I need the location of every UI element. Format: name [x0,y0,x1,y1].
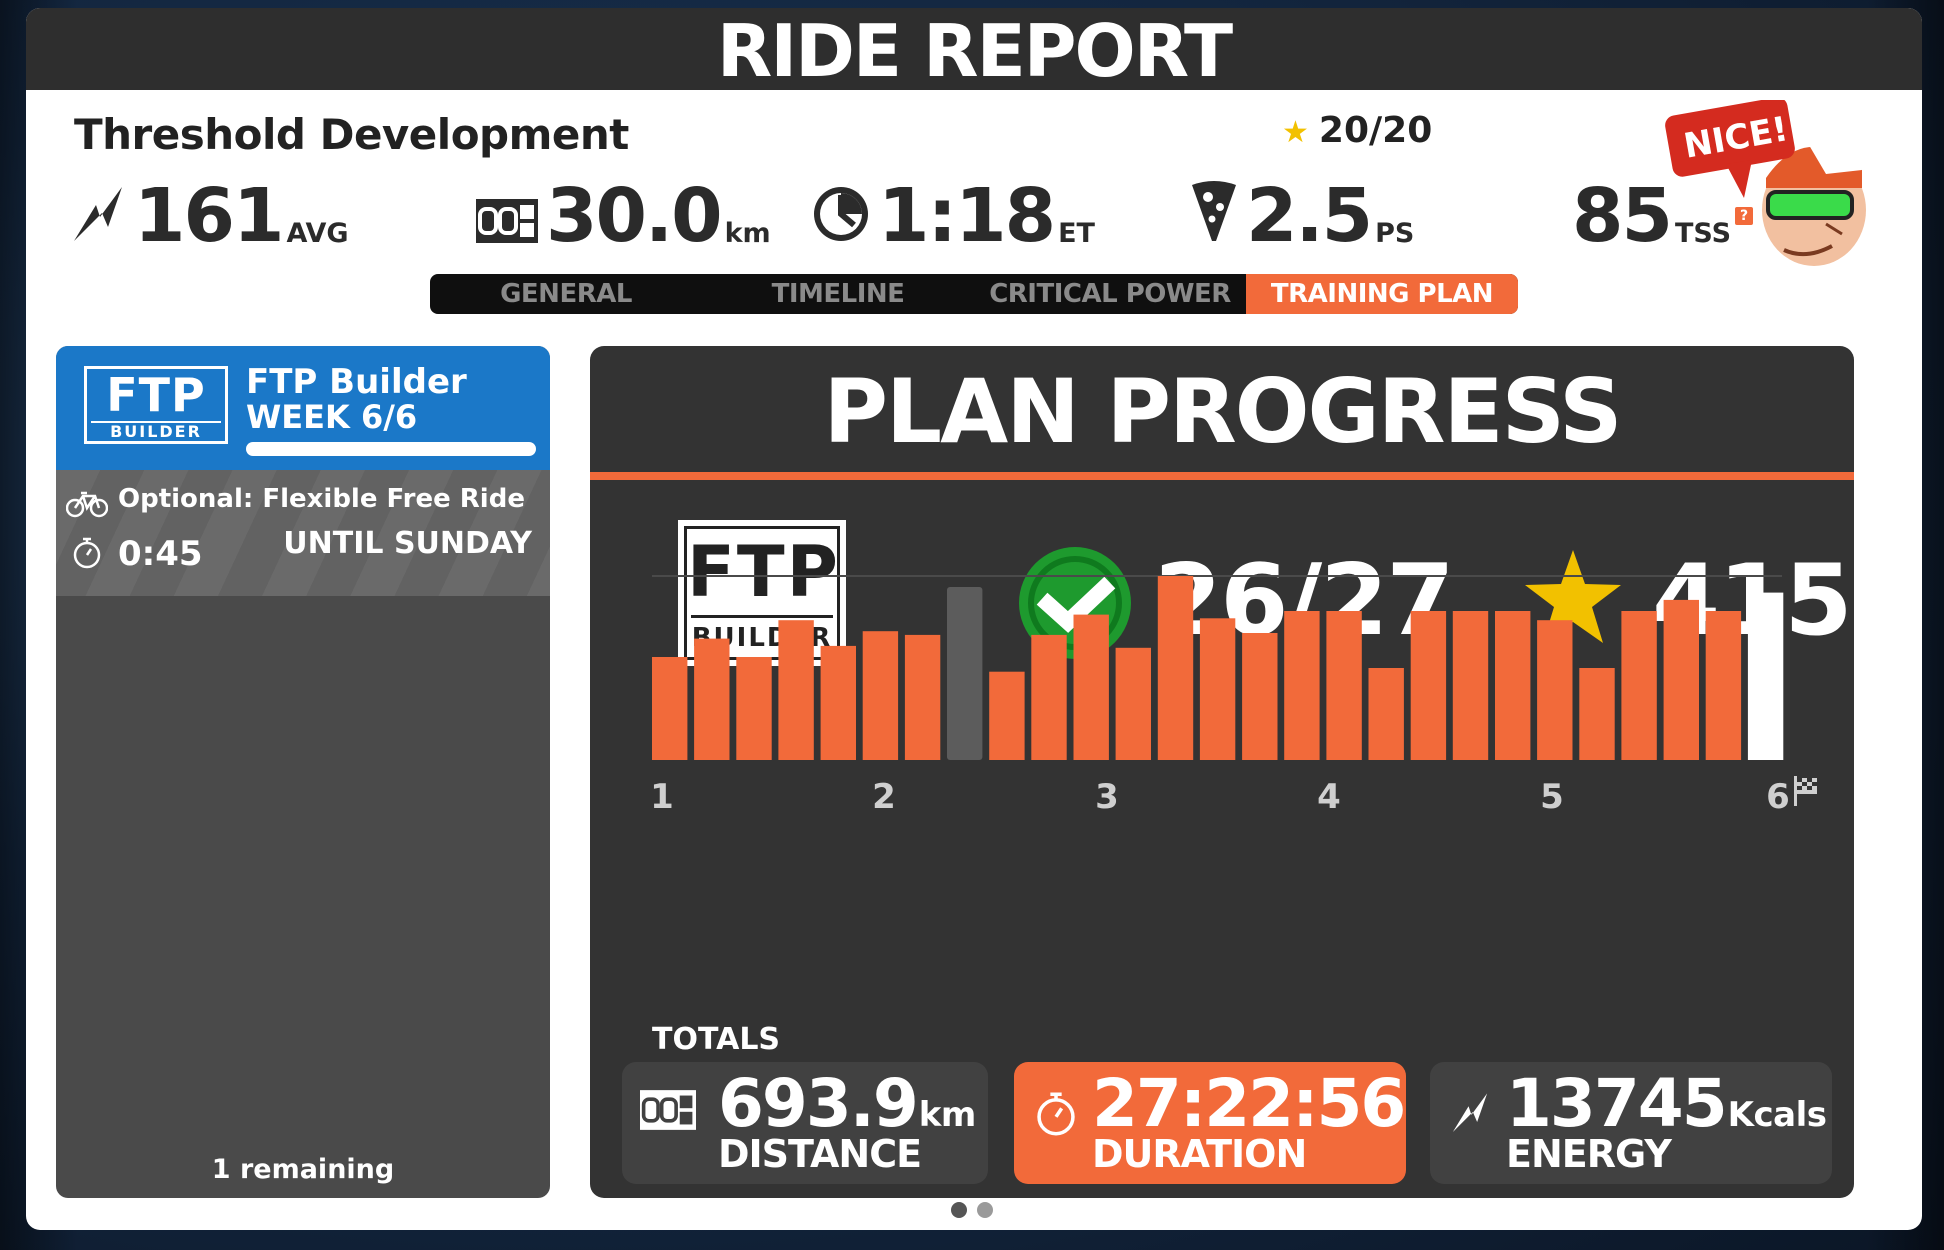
plan-week: WEEK 6/6 [246,398,418,436]
badge-small-text: BUILDER [91,421,221,441]
total-energy-unit: Kcals [1727,1095,1827,1135]
stat-distance-value: 30.0 [546,173,723,259]
chart-bar-12 [1115,647,1151,760]
remaining-count: 1 remaining [211,1154,395,1185]
chart-week-label-6: 6 [1766,777,1790,817]
total-distance: 693.9km DISTANCE [622,1062,988,1184]
total-energy-value: 13745 [1506,1065,1728,1142]
tab-timeline[interactable]: TIMELINE [702,274,974,314]
stat-power-value: 161 [134,173,284,259]
plan-header: FTP BUILDER FTP Builder WEEK 6/6 [56,346,550,470]
chart-bar-11 [1073,614,1109,760]
chart-bar-26 [1705,611,1742,760]
chart-bar-6 [862,631,899,760]
chart-bar-1 [652,657,688,760]
total-duration: 27:22:56 DURATION [1014,1062,1406,1184]
plan-name: FTP Builder [246,362,467,402]
workout-title: Threshold Development [74,110,629,159]
stat-distance: 30.0 km [476,173,771,253]
next-workout-until: UNTIL SUNDAY [283,526,532,561]
chart-bar-16 [1284,611,1320,760]
badge-big-text: FTP [106,368,206,422]
stat-distance-unit: km [724,218,771,249]
chart-bar-17 [1326,611,1362,760]
chart-bar-9 [989,671,1025,760]
chart-bar-3 [736,657,772,760]
page-dot-2[interactable] [977,1202,993,1218]
total-distance-label: DISTANCE [718,1132,922,1176]
total-energy-label: ENERGY [1506,1132,1672,1176]
workout-stars-value: 20/20 [1318,110,1433,151]
chart-bar-19 [1410,611,1447,760]
page-title: RIDE REPORT [716,9,1233,93]
total-distance-unit: km [918,1095,977,1135]
stopwatch-icon [1034,1090,1078,1142]
chart-bar-25 [1663,599,1699,760]
plan-progress-bar [246,442,536,456]
pizza-icon [1190,181,1238,247]
star-icon: ★ [1282,115,1309,150]
chart-bar-5 [820,645,856,760]
odometer-icon [640,1090,696,1134]
ftp-builder-badge: FTP BUILDER [84,366,228,444]
stat-power: 161 AVG [70,173,349,253]
chart-bar-20 [1452,611,1489,760]
chart-week-label-3: 3 [1095,777,1119,817]
total-energy: 13745Kcals ENERGY [1430,1062,1832,1184]
total-duration-label: DURATION [1092,1132,1307,1176]
chart-week-label-1: 1 [650,777,674,817]
total-duration-value: 27:22:56 [1092,1065,1406,1142]
chart-week-label-5: 5 [1540,777,1564,817]
lightning-icon [70,183,126,247]
lightning-icon [1450,1090,1490,1138]
chart-bar-14 [1199,618,1236,760]
chart-bar-13 [1157,576,1194,760]
odometer-icon [476,199,538,247]
chart-bar-10 [1031,634,1067,760]
next-workout-name: Optional: Flexible Free Ride [118,484,525,514]
workout-stars: ★ 20/20 [1282,110,1432,151]
stat-time: 1:18 ET [812,173,1095,253]
chart-bar-4 [778,620,814,760]
page-dot-1[interactable] [951,1202,967,1218]
chart-bar-8 [947,587,983,760]
next-workout[interactable]: Optional: Flexible Free Ride 0:45 UNTIL … [56,470,550,596]
stat-time-unit: ET [1058,218,1095,249]
chart-bar-27 [1747,592,1784,760]
stat-pizza: 2.5 PS [1190,173,1414,253]
title-bar: RIDE REPORT [26,8,1922,93]
bike-icon [65,488,109,522]
plan-progress-panel: PLAN PROGRESS FTP BUILDER 26/27 415 1234… [590,346,1854,1198]
chart-week-label-4: 4 [1317,777,1341,817]
chart-week-label-2: 2 [872,777,896,817]
chart-bar-7 [904,634,941,760]
stat-time-value: 1:18 [878,173,1056,259]
stat-pizza-unit: PS [1375,218,1415,249]
pagination-dots [0,1202,1944,1218]
finish-flag-icon [1794,776,1817,806]
report-tabs: GENERAL TIMELINE CRITICAL POWER TRAINING… [430,274,1518,314]
tab-training-plan[interactable]: TRAINING PLAN [1246,274,1518,314]
chart-bar-22 [1537,620,1573,760]
tab-critical-power[interactable]: CRITICAL POWER [974,274,1246,314]
ride-report-card: RIDE REPORT Threshold Development ★ 20/20… [26,8,1922,1230]
chart-bar-15 [1242,633,1278,760]
chart-bar-23 [1579,668,1615,760]
totals-label: TOTALS [652,1022,781,1057]
total-distance-value: 693.9 [718,1065,919,1142]
stopwatch-icon [72,536,102,574]
tab-general[interactable]: GENERAL [430,274,702,314]
chart-bar-18 [1368,668,1404,760]
mascot-avatar: NICE! [1656,97,1886,270]
training-plan-card[interactable]: FTP BUILDER FTP Builder WEEK 6/6 Optiona… [56,346,550,1198]
chart-bar-2 [694,638,730,760]
next-workout-time: 0:45 [118,534,203,574]
stat-power-unit: AVG [286,218,349,249]
chart-bar-24 [1621,611,1657,760]
chart-bar-21 [1495,611,1531,760]
clock-icon [812,185,870,247]
stat-pizza-value: 2.5 [1246,173,1373,259]
